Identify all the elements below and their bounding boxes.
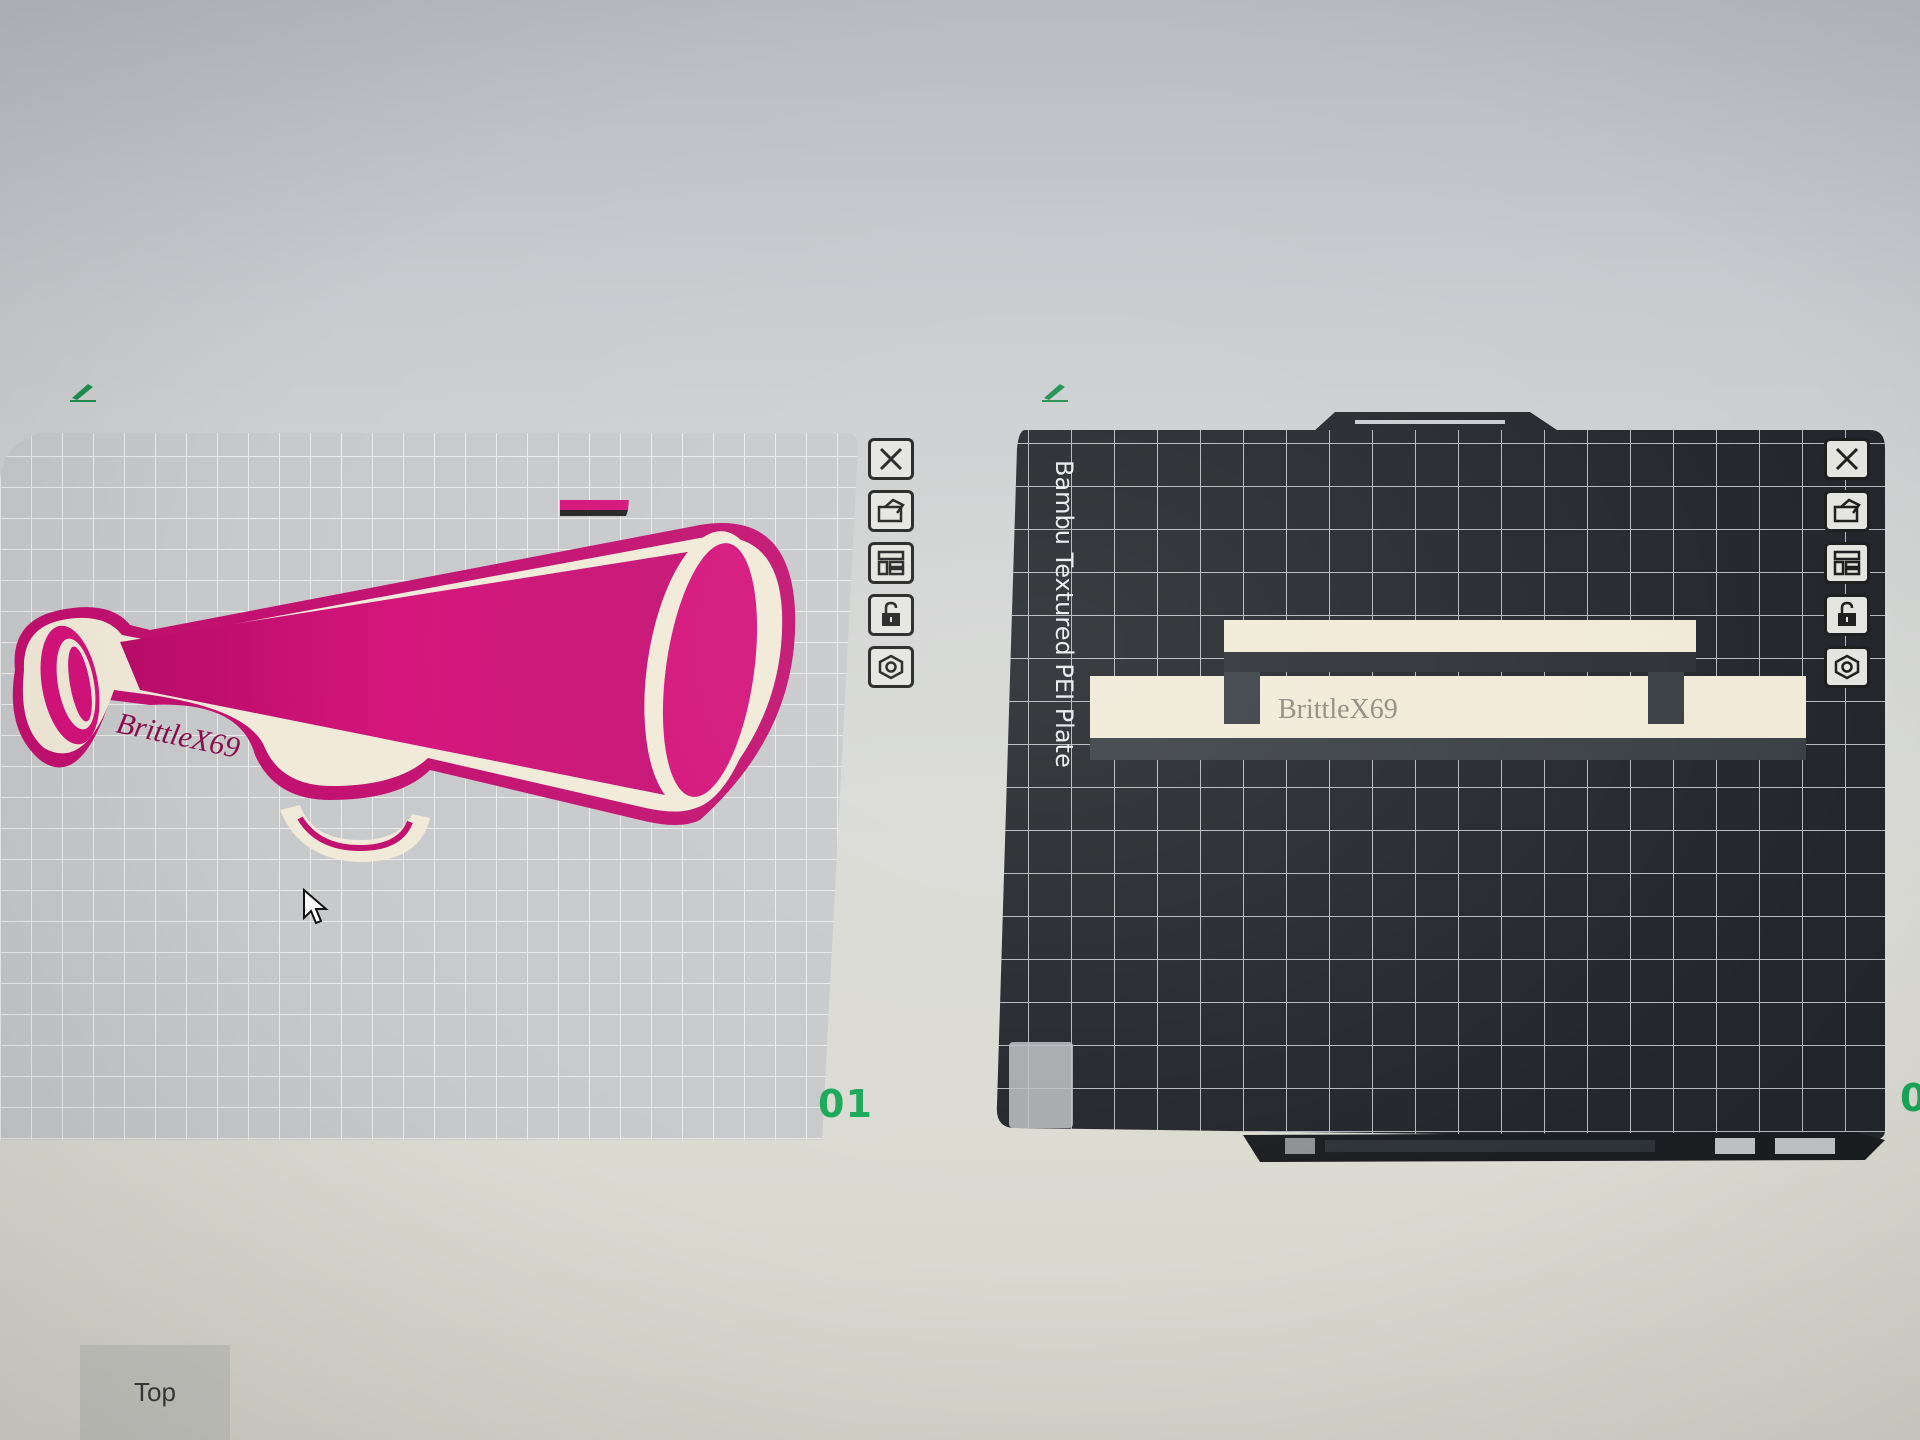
arrange-button[interactable] xyxy=(1824,542,1870,584)
model-side-view[interactable]: BrittleX69 xyxy=(1088,618,1808,778)
auto-orient-icon xyxy=(877,498,905,523)
small-block-model xyxy=(560,500,629,516)
plate-settings-button[interactable] xyxy=(868,646,914,688)
mouse-cursor-icon xyxy=(303,888,329,925)
lock-plate-button[interactable] xyxy=(868,594,914,636)
lock-icon xyxy=(882,601,900,626)
delete-plate-button[interactable] xyxy=(1824,438,1870,480)
delete-plate-button[interactable] xyxy=(868,438,914,480)
lock-plate-button[interactable] xyxy=(1824,594,1870,636)
plate-number: 01 xyxy=(818,1082,873,1126)
view-label-text: Top xyxy=(134,1377,176,1407)
megaphone-model[interactable]: BrittleX69 xyxy=(0,500,820,940)
view-orientation-label[interactable]: Top xyxy=(80,1345,230,1440)
auto-orient-button[interactable] xyxy=(1824,490,1870,532)
lock-icon xyxy=(1838,601,1856,626)
arrange-icon xyxy=(877,550,905,576)
auto-orient-button[interactable] xyxy=(868,490,914,532)
settings-icon xyxy=(1834,654,1860,680)
plate-1-toolbar xyxy=(868,438,914,688)
slicer-viewport[interactable]: BrittleX69 01 Bambu Textured PEI Plate B… xyxy=(0,0,1920,1440)
close-icon xyxy=(879,447,903,471)
arrange-icon xyxy=(1833,550,1861,576)
plate-settings-button[interactable] xyxy=(1824,646,1870,688)
plate-2-toolbar xyxy=(1824,438,1870,688)
edit-plate-name-icon[interactable] xyxy=(1040,380,1070,402)
plate-type-label: Bambu Textured PEI Plate xyxy=(1050,460,1078,768)
plate-number: 0 xyxy=(1900,1076,1920,1120)
close-icon xyxy=(1835,447,1859,471)
model-label: BrittleX69 xyxy=(1278,694,1398,725)
edit-plate-name-icon[interactable] xyxy=(68,380,98,402)
auto-orient-icon xyxy=(1833,498,1861,523)
arrange-button[interactable] xyxy=(868,542,914,584)
plate-2[interactable] xyxy=(985,400,1900,1170)
settings-icon xyxy=(878,654,904,680)
